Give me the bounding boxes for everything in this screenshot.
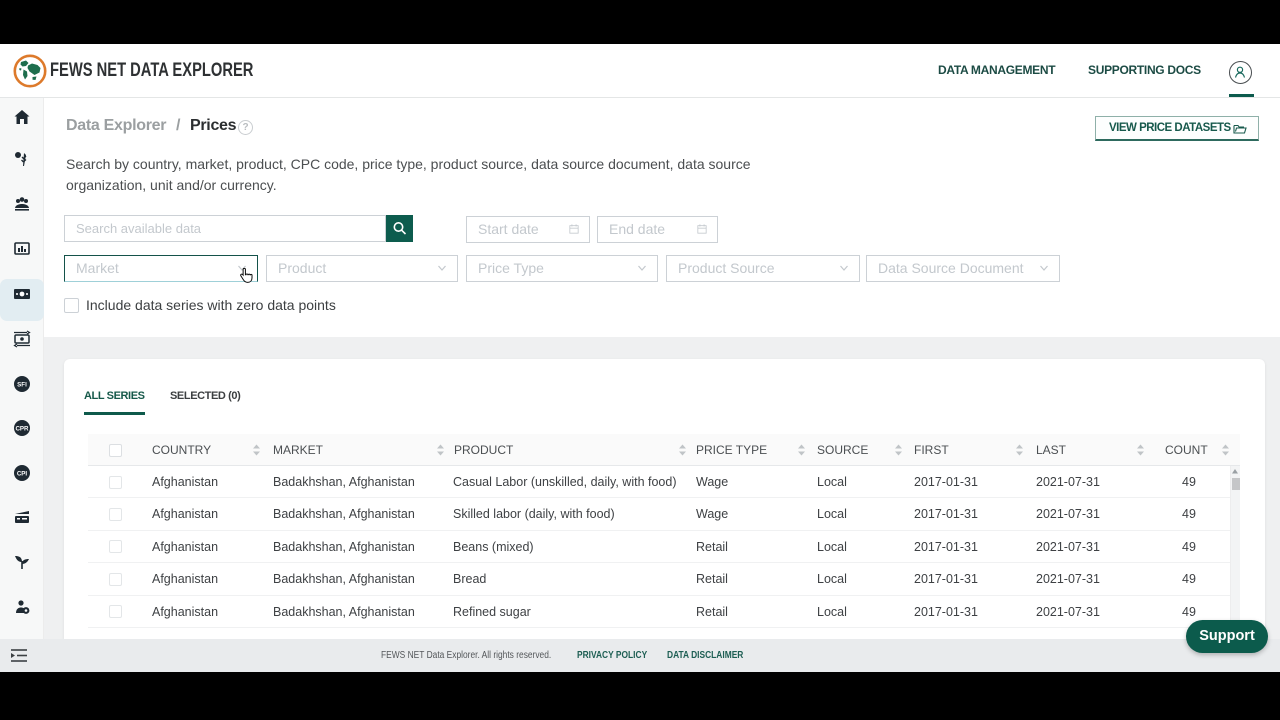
- svg-text:CPR: CPR: [15, 426, 29, 433]
- svg-text:CPI: CPI: [17, 471, 28, 478]
- svg-text:SFI: SFI: [17, 382, 27, 389]
